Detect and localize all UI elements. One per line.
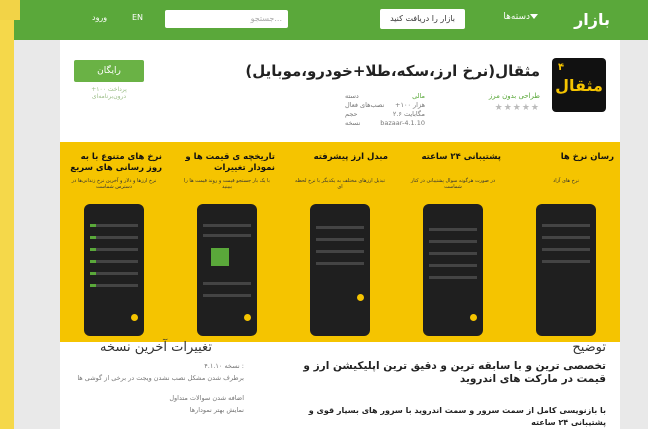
info-row: نصب‌های فعال +۱۰۰ هزار bbox=[345, 101, 425, 110]
corner-tab bbox=[0, 0, 20, 20]
info-label: دسته bbox=[345, 92, 359, 100]
changelog-item: نمایش بهتر نمودارها bbox=[189, 406, 244, 414]
info-value: bazaar-4.1.10 bbox=[380, 119, 425, 127]
install-note: +۱۰۰ پرداخت درون‌برنامه‌ای bbox=[91, 86, 127, 100]
phone-mockup bbox=[197, 204, 257, 336]
app-icon-text: مثقال bbox=[555, 76, 603, 95]
rating-stars: ★★★★★ bbox=[494, 103, 540, 113]
phone-mockup bbox=[423, 204, 483, 336]
screenshot-title: تاریخچه ی قیمت ها و نمودار تغییرات bbox=[185, 152, 275, 173]
app-title: مثقال(نرخ ارز،سکه،طلا+خودرو،موبایل) bbox=[245, 62, 540, 80]
screenshot-title: رسان نرخ ها bbox=[560, 152, 614, 162]
info-row: دسته مالی bbox=[345, 92, 425, 101]
description-heading: توضیح bbox=[572, 340, 606, 355]
language-link[interactable]: EN bbox=[132, 13, 143, 22]
app-info: دسته مالی نصب‌های فعال +۱۰۰ هزار حجم ۲.۶… bbox=[345, 92, 425, 128]
app-page-card: ۴ مثقال مثقال(نرخ ارز،سکه،طلا+خودرو،موبا… bbox=[60, 40, 620, 429]
screenshot-3[interactable]: مبدل ارز پیشرفته تبدیل ارزهای مختلف به ی… bbox=[286, 142, 394, 342]
screenshot-1[interactable]: نرخ های متنوع با به روز رسانی های سریع ن… bbox=[60, 142, 168, 342]
description-line: قیمت در مارکت های اندروید bbox=[459, 373, 606, 385]
description-line: پشتیبانی ۲۴ ساعته bbox=[531, 418, 606, 427]
info-value: ۲.۶ مگابایت bbox=[392, 110, 425, 118]
info-value[interactable]: مالی bbox=[412, 92, 425, 101]
screenshot-subtitle: در صورت هرگونه سوال پشتیبانی در کنار شما… bbox=[410, 178, 496, 190]
screenshot-4[interactable]: پشتیبانی ۲۴ ساعته در صورت هرگونه سوال پش… bbox=[399, 142, 507, 342]
screenshot-strip[interactable]: نرخ های متنوع با به روز رسانی های سریع ن… bbox=[60, 142, 620, 342]
app-icon-number: ۴ bbox=[558, 62, 565, 73]
phone-mockup bbox=[84, 204, 144, 336]
install-button[interactable]: رایگان bbox=[74, 60, 144, 82]
search-input[interactable]: جستجو... bbox=[165, 10, 288, 28]
login-link[interactable]: ورود bbox=[92, 13, 107, 22]
developer-link[interactable]: طراحی بدون مرز bbox=[489, 92, 540, 100]
info-label: حجم bbox=[345, 110, 358, 118]
info-row: نسخه bazaar-4.1.10 bbox=[345, 119, 425, 128]
app-icon: ۴ مثقال bbox=[552, 58, 606, 112]
description-line: تخصصی ترین و با سابقه ترین و دقیق ترین ا… bbox=[303, 360, 606, 372]
screenshot-title: مبدل ارز پیشرفته bbox=[313, 152, 388, 162]
categories-menu[interactable]: دسته‌ها bbox=[503, 12, 530, 22]
changelog-item: برطرف شدن مشکل نصب نشدن ویجت در برخی از … bbox=[77, 374, 244, 382]
left-edge-strip bbox=[0, 0, 14, 429]
phone-mockup bbox=[310, 204, 370, 336]
screenshot-subtitle: با یک بار جستجو قیمت و روند قیمت ها را ب… bbox=[184, 178, 270, 190]
changelog-item: اضافه شدن سوالات متداول bbox=[169, 394, 244, 402]
bazaar-logo[interactable]: بازار bbox=[574, 10, 610, 29]
screenshot-subtitle: تبدیل ارزهای مختلف به یکدیگر با نرخ لحظه… bbox=[295, 178, 385, 190]
screenshot-subtitle: نرخ های آزاد bbox=[552, 178, 580, 184]
top-navbar: بازار دسته‌ها بازار را دریافت کنید جستجو… bbox=[14, 0, 648, 40]
screenshot-5[interactable]: رسان نرخ ها نرخ های آزاد bbox=[512, 142, 620, 342]
screenshot-2[interactable]: تاریخچه ی قیمت ها و نمودار تغییرات با یک… bbox=[173, 142, 281, 342]
screenshot-title: نرخ های متنوع با به روز رسانی های سریع bbox=[70, 152, 162, 173]
chevron-down-icon[interactable] bbox=[530, 14, 538, 19]
screenshot-title: پشتیبانی ۲۴ ساعته bbox=[421, 152, 501, 162]
changelog-item: نسخه ۴.۱.۱۰ : bbox=[204, 362, 244, 370]
phone-mockup bbox=[536, 204, 596, 336]
info-label: نسخه bbox=[345, 119, 361, 127]
changelog-heading: تغییرات آخرین نسخه bbox=[100, 340, 212, 355]
info-row: حجم ۲.۶ مگابایت bbox=[345, 110, 425, 119]
get-bazaar-button[interactable]: بازار را دریافت کنید bbox=[380, 9, 465, 29]
screenshot-subtitle: نرخ ارزها و دلار و آخرین نرخ زندانی‌ها د… bbox=[71, 178, 157, 190]
info-value: +۱۰۰ هزار bbox=[395, 101, 425, 109]
info-label: نصب‌های فعال bbox=[345, 101, 385, 109]
